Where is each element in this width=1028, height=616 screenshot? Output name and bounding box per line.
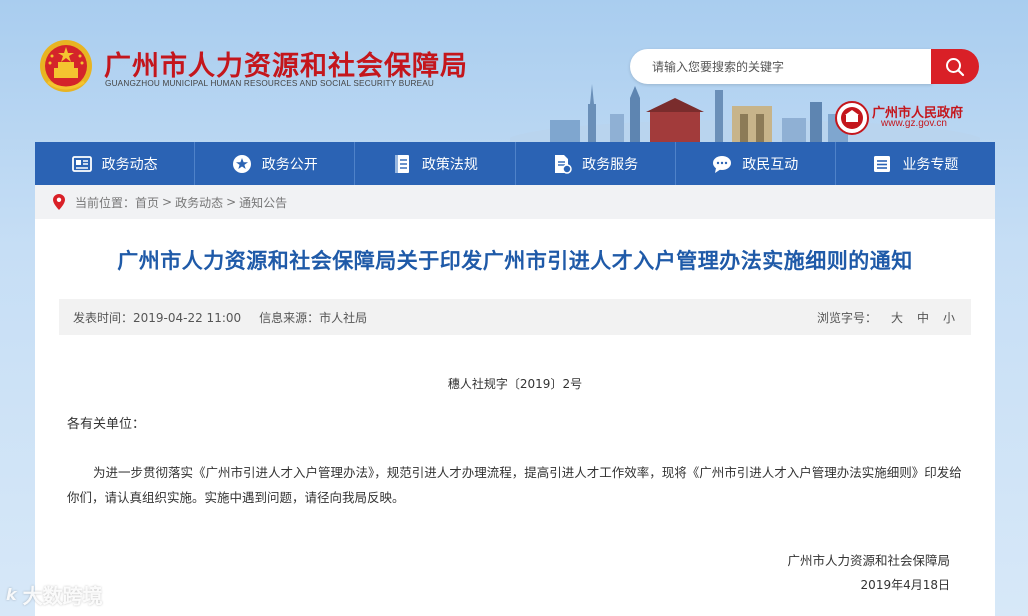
- gov-link-url[interactable]: www.gz.gov.cn: [881, 118, 947, 129]
- document-icon: [552, 154, 572, 174]
- salutation: 各有关单位：: [67, 417, 146, 432]
- search-box: [630, 49, 932, 84]
- book-icon: [392, 154, 412, 174]
- signature: 广州市人力资源和社会保障局: [787, 553, 950, 568]
- site-title[interactable]: 广州市人力资源和社会保障局: [104, 44, 468, 83]
- gov-logo-icon: [835, 101, 869, 135]
- watermark: k 大数跨境: [6, 580, 103, 609]
- news-icon: [71, 154, 92, 174]
- main-nav: 政务动态 政务公开 政策法规 政务服务 政民互动 业务专题: [35, 142, 995, 185]
- nav-label: 政策法规: [421, 156, 478, 173]
- article-container: 广州市人力资源和社会保障局关于印发广州市引进人才入户管理办法实施细则的通知 发表…: [35, 219, 995, 616]
- signature-date: 2019年4月18日: [860, 578, 950, 592]
- nav-label: 业务专题: [902, 156, 959, 173]
- watermark-text: 大数跨境: [22, 584, 103, 608]
- info-source: 信息来源：市人社局: [259, 310, 368, 325]
- breadcrumb-news[interactable]: 政务动态: [175, 194, 223, 211]
- font-size-label: 浏览字号：: [816, 310, 877, 325]
- breadcrumb-separator: >: [162, 195, 173, 209]
- site-subtitle: GUANGZHOU MUNICIPAL HUMAN RESOURCES AND …: [105, 79, 435, 88]
- nav-item-services[interactable]: 政务服务: [516, 142, 676, 185]
- document-number: 穗人社规字〔2019〕2号: [447, 377, 583, 391]
- article-title: 广州市人力资源和社会保障局关于印发广州市引进人才入户管理办法实施细则的通知: [117, 249, 913, 273]
- font-size-large-button[interactable]: 大: [891, 309, 903, 326]
- nav-label: 政务动态: [101, 156, 158, 173]
- nav-label: 政务公开: [261, 156, 318, 173]
- breadcrumb-notices[interactable]: 通知公告: [239, 194, 287, 211]
- breadcrumb: 当前位置： 首页 > 政务动态 > 通知公告: [35, 185, 995, 219]
- site-header: 广州市人力资源和社会保障局 GUANGZHOU MUNICIPAL HUMAN …: [0, 0, 1028, 142]
- chat-icon: [712, 154, 732, 174]
- nav-item-policies[interactable]: 政策法规: [355, 142, 516, 185]
- search-icon: [946, 57, 965, 76]
- nav-item-topics[interactable]: 业务专题: [836, 142, 995, 185]
- nav-item-news[interactable]: 政务动态: [35, 142, 196, 185]
- publish-time: 发表时间：2019-04-22 11:00: [73, 310, 242, 325]
- search-button[interactable]: [931, 49, 979, 84]
- font-size-medium-button[interactable]: 中: [917, 309, 929, 326]
- star-icon: [232, 154, 252, 174]
- search-input[interactable]: [630, 49, 932, 84]
- location-pin-icon: [53, 194, 65, 210]
- nav-item-interaction[interactable]: 政民互动: [676, 142, 836, 185]
- article-body: 为进一步贯彻落实《广州市引进人才入户管理办法》，规范引进人才办理流程，提高引进人…: [67, 465, 962, 505]
- nav-label: 政民互动: [742, 156, 799, 173]
- article-meta-bar: 发表时间：2019-04-22 11:00 信息来源：市人社局 浏览字号： 大 …: [59, 299, 971, 335]
- breadcrumb-separator: >: [226, 195, 237, 209]
- breadcrumb-prefix: 当前位置：: [75, 195, 136, 210]
- font-size-control: 浏览字号： 大 中 小: [817, 309, 955, 326]
- nav-item-public-info[interactable]: 政务公开: [195, 142, 356, 185]
- font-size-small-button[interactable]: 小: [943, 309, 955, 326]
- national-emblem-icon: [40, 40, 92, 92]
- list-icon: [872, 154, 892, 174]
- breadcrumb-home[interactable]: 首页: [135, 194, 159, 211]
- watermark-logo: k: [6, 585, 17, 604]
- nav-label: 政务服务: [582, 156, 639, 173]
